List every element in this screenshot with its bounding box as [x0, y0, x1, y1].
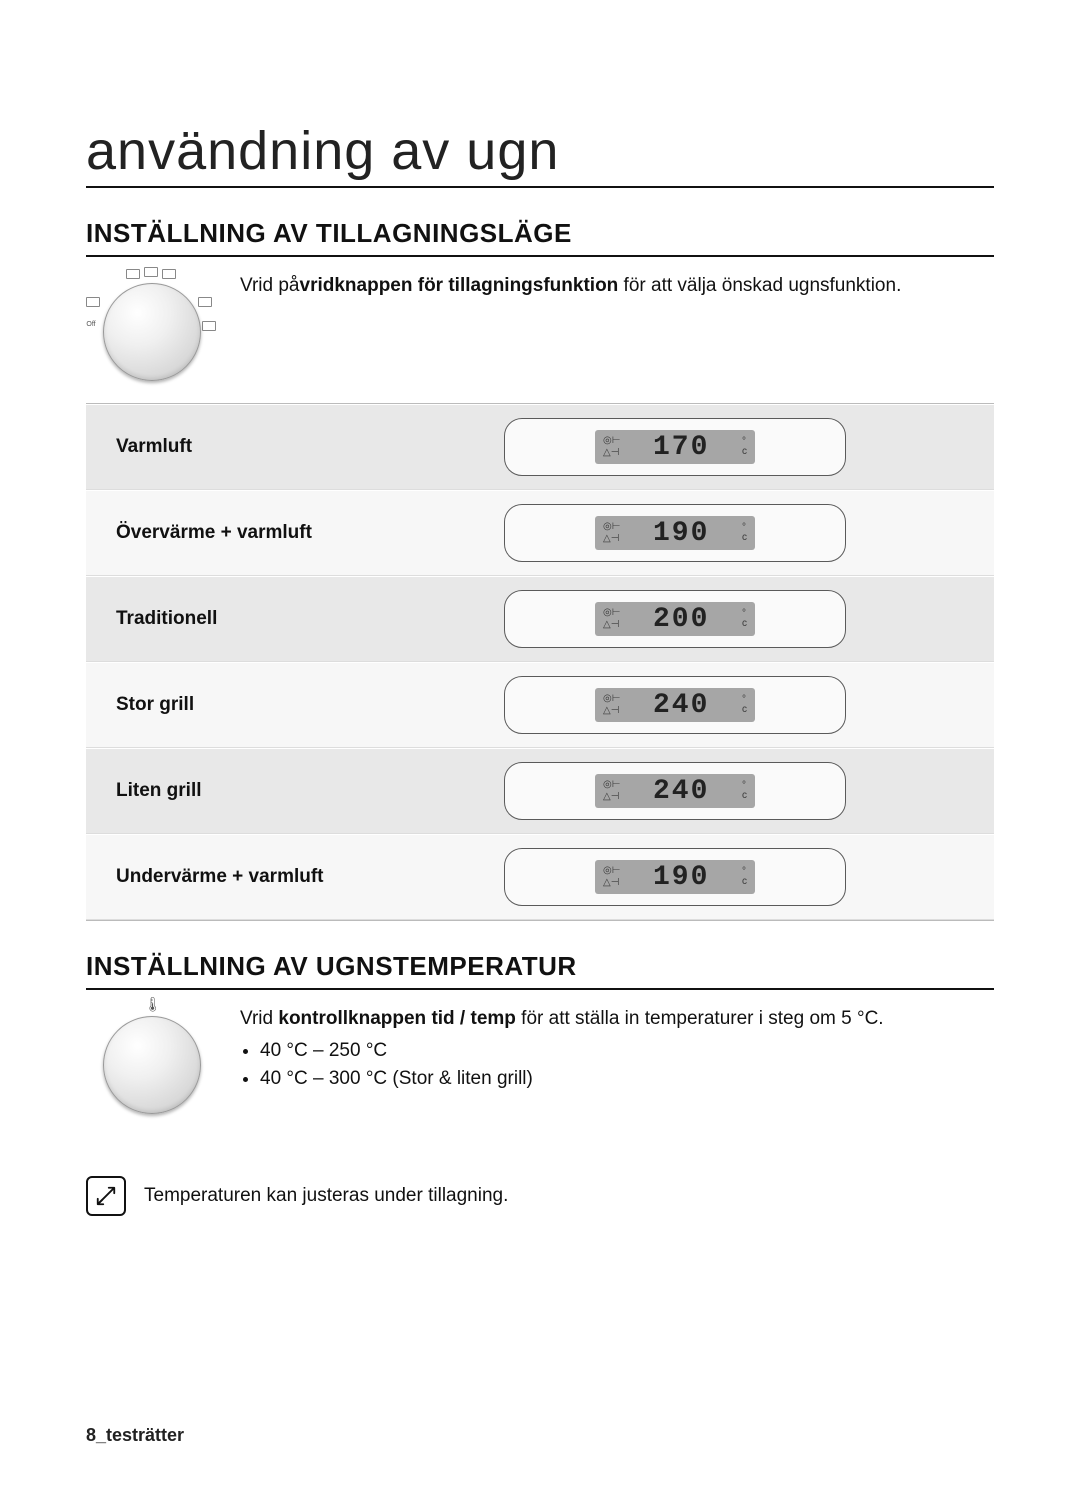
lcd-status-icons: ◎⊢△⊣ [603, 780, 620, 802]
manual-page: användning av ugn INSTÄLLNING AV TILLAGN… [0, 0, 1080, 1486]
table-row: Stor grill ◎⊢△⊣ 240 °c [86, 662, 994, 748]
cooking-mode-label: Liten grill [86, 780, 386, 802]
oven-temperature-instruction: Vrid kontrollknappen tid / temp för att … [240, 1006, 994, 1094]
lcd-status-icons: ◎⊢△⊣ [603, 608, 620, 630]
lcd-inner: ◎⊢△⊣ 190 °c [595, 516, 755, 550]
lcd-inner: ◎⊢△⊣ 170 °c [595, 430, 755, 464]
knob-mark-icon [198, 297, 212, 307]
lcd-display: ◎⊢△⊣ 170 °c [504, 418, 846, 476]
cooking-mode-heading: INSTÄLLNING AV TILLAGNINGSLÄGE [86, 218, 994, 257]
knob-mark-icon [86, 297, 100, 307]
display-cell: ◎⊢△⊣ 240 °c [386, 676, 994, 734]
table-row: Liten grill ◎⊢△⊣ 240 °c [86, 748, 994, 834]
temperature-knob-illustration: 🌡 [86, 1006, 216, 1116]
page-footer: 8_testrätter [86, 1425, 184, 1446]
table-row: Varmluft ◎⊢△⊣ 170 °c [86, 404, 994, 490]
lcd-display: ◎⊢△⊣ 190 °c [504, 504, 846, 562]
table-row: Traditionell ◎⊢△⊣ 200 °c [86, 576, 994, 662]
text: för att välja önskad ugnsfunktion. [618, 275, 901, 296]
lcd-status-icons: ◎⊢△⊣ [603, 522, 620, 544]
lcd-display: ◎⊢△⊣ 200 °c [504, 590, 846, 648]
knob-mark-icon [162, 269, 176, 279]
knob-mark-icon [202, 321, 216, 331]
lcd-unit: °c [742, 437, 747, 457]
temperature-note: Temperaturen kan justeras under tillagni… [86, 1176, 994, 1216]
temperature-range-list: 40 °C – 250 °C40 °C – 300 °C (Stor & lit… [240, 1037, 994, 1094]
knob-off-label: Off [84, 321, 98, 331]
list-item: 40 °C – 250 °C [260, 1037, 994, 1066]
cooking-mode-label: Övervärme + varmluft [86, 522, 386, 544]
lcd-temperature-value: 170 [626, 432, 736, 463]
display-cell: ◎⊢△⊣ 190 °c [386, 504, 994, 562]
display-cell: ◎⊢△⊣ 170 °c [386, 418, 994, 476]
lcd-inner: ◎⊢△⊣ 240 °c [595, 688, 755, 722]
lcd-status-icons: ◎⊢△⊣ [603, 436, 620, 458]
list-item: 40 °C – 300 °C (Stor & liten grill) [260, 1065, 994, 1094]
lcd-temperature-value: 190 [626, 518, 736, 549]
lcd-unit: °c [742, 781, 747, 801]
table-row: Undervärme + varmluft ◎⊢△⊣ 190 °c [86, 834, 994, 920]
temperature-knob-icon [103, 1016, 201, 1114]
cooking-mode-label: Stor grill [86, 694, 386, 716]
knob-mark-icon [126, 269, 140, 279]
lcd-temperature-value: 240 [626, 776, 736, 807]
lcd-unit: °c [742, 609, 747, 629]
knob-mark-icon [144, 267, 158, 277]
function-knob-icon [103, 283, 201, 381]
lcd-temperature-value: 200 [626, 604, 736, 635]
lcd-inner: ◎⊢△⊣ 240 °c [595, 774, 755, 808]
text: för att ställa in temperaturer i steg om… [516, 1008, 884, 1029]
display-cell: ◎⊢△⊣ 200 °c [386, 590, 994, 648]
thermometer-icon: 🌡 [144, 996, 162, 1013]
lcd-inner: ◎⊢△⊣ 200 °c [595, 602, 755, 636]
display-cell: ◎⊢△⊣ 190 °c [386, 848, 994, 906]
cooking-mode-intro: Off Vrid påvridknappen för tillagningsfu… [86, 273, 994, 383]
display-cell: ◎⊢△⊣ 240 °c [386, 762, 994, 820]
lcd-temperature-value: 240 [626, 690, 736, 721]
oven-temperature-intro: 🌡 Vrid kontrollknappen tid / temp för at… [86, 1006, 994, 1116]
lcd-status-icons: ◎⊢△⊣ [603, 866, 620, 888]
lcd-display: ◎⊢△⊣ 190 °c [504, 848, 846, 906]
lcd-unit: °c [742, 867, 747, 887]
lcd-unit: °c [742, 523, 747, 543]
cooking-mode-label: Varmluft [86, 436, 386, 458]
lcd-display: ◎⊢△⊣ 240 °c [504, 676, 846, 734]
cooking-mode-label: Traditionell [86, 608, 386, 630]
cooking-mode-table: Varmluft ◎⊢△⊣ 170 °c Övervärme + varmluft ◎⊢△… [86, 403, 994, 921]
text-bold: vridknappen för tillagningsfunktion [300, 275, 619, 296]
temperature-note-text: Temperaturen kan justeras under tillagni… [144, 1185, 508, 1207]
oven-temperature-heading: INSTÄLLNING AV UGNSTEMPERATUR [86, 951, 994, 990]
text: Vrid [240, 1008, 278, 1029]
text-bold: kontrollknappen tid / temp [278, 1008, 516, 1029]
lcd-unit: °c [742, 695, 747, 715]
table-row: Övervärme + varmluft ◎⊢△⊣ 190 °c [86, 490, 994, 576]
lcd-status-icons: ◎⊢△⊣ [603, 694, 620, 716]
lcd-inner: ◎⊢△⊣ 190 °c [595, 860, 755, 894]
cooking-mode-label: Undervärme + varmluft [86, 866, 386, 888]
page-title: användning av ugn [86, 120, 994, 188]
text: Vrid på [240, 275, 300, 296]
note-icon [86, 1176, 126, 1216]
function-knob-illustration: Off [86, 273, 216, 383]
lcd-temperature-value: 190 [626, 862, 736, 893]
cooking-mode-instruction: Vrid påvridknappen för tillagningsfunkti… [240, 273, 994, 300]
lcd-display: ◎⊢△⊣ 240 °c [504, 762, 846, 820]
